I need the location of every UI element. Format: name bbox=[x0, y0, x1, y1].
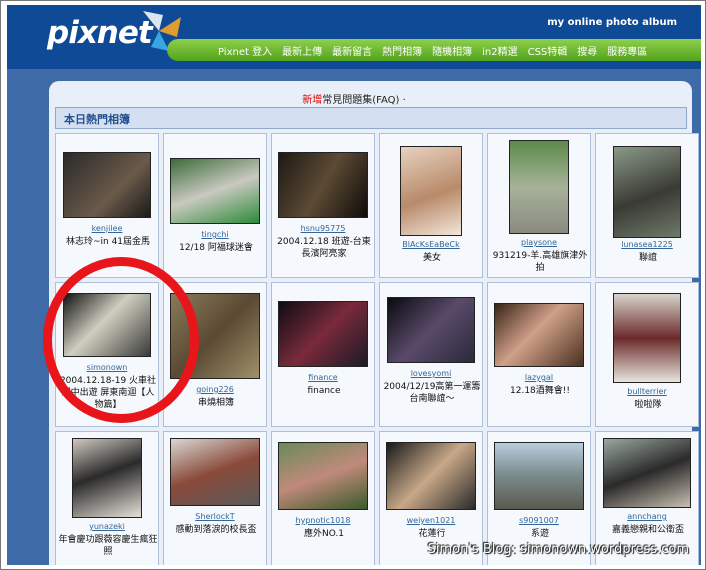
album-thumbnail[interactable] bbox=[613, 146, 681, 238]
album-thumbnail[interactable] bbox=[509, 140, 569, 234]
album-thumbnail[interactable] bbox=[400, 146, 462, 236]
album-owner[interactable]: lunasea1225 bbox=[596, 240, 698, 249]
album-thumbnail[interactable] bbox=[494, 303, 584, 367]
album-owner[interactable]: tingchi bbox=[164, 230, 266, 239]
album-card[interactable]: finance finance bbox=[271, 282, 375, 427]
album-caption[interactable]: 2004.12.18 班遊-台東長濱阿亮家 bbox=[274, 236, 374, 262]
album-thumbnail[interactable] bbox=[170, 158, 260, 224]
album-thumbnail[interactable] bbox=[63, 152, 151, 218]
album-caption[interactable]: 串燒相簿 bbox=[166, 397, 266, 411]
album-owner[interactable]: yunazeki bbox=[56, 522, 158, 531]
nav-css-specials[interactable]: CSS特輯 bbox=[523, 43, 573, 58]
album-card[interactable]: playsone 931219-羊.高雄旗津外拍 bbox=[487, 133, 591, 278]
blog-watermark: Simon's Blog: simonown.wordpress.com bbox=[427, 542, 689, 557]
album-card[interactable]: bullterrier 啦啦隊 bbox=[595, 282, 699, 427]
album-owner[interactable]: finance bbox=[272, 373, 374, 382]
album-owner[interactable]: bullterrier bbox=[596, 387, 698, 396]
album-thumbnail[interactable] bbox=[278, 301, 368, 367]
nav-latest-comments[interactable]: 最新留言 bbox=[327, 43, 377, 58]
faq-link[interactable]: 常見問題集(FAQ) · bbox=[322, 95, 406, 106]
section-title: 本日熱門相簿 bbox=[64, 113, 130, 126]
album-owner[interactable]: lovesyomi bbox=[380, 369, 482, 378]
faq-line: 新增常見問題集(FAQ) · bbox=[7, 91, 701, 106]
nav-services[interactable]: 服務專區 bbox=[602, 43, 652, 58]
album-thumbnail[interactable] bbox=[278, 442, 368, 510]
highlight-circle bbox=[43, 257, 199, 423]
album-thumbnail[interactable] bbox=[72, 438, 142, 518]
site-tagline: my online photo album bbox=[547, 17, 677, 28]
album-thumbnail[interactable] bbox=[603, 438, 691, 508]
album-owner[interactable]: annchang bbox=[596, 512, 698, 521]
album-caption[interactable]: 美女 bbox=[382, 252, 482, 266]
album-owner[interactable]: hsnu95775 bbox=[272, 224, 374, 233]
album-owner[interactable]: s9091007 bbox=[488, 516, 590, 525]
nav-links: Pixnet 登入 最新上傳 最新留言 熱門相簿 隨機相簿 in2精選 CSS特… bbox=[213, 43, 652, 58]
album-caption[interactable]: 系遊 bbox=[490, 528, 590, 542]
nav-login[interactable]: Pixnet 登入 bbox=[213, 43, 277, 58]
album-card[interactable]: kenjilee 林志玲~in 41屆金馬 bbox=[55, 133, 159, 278]
screenshot-frame: pixnet my online photo album Pixnet 登入 最… bbox=[0, 0, 706, 570]
album-card[interactable]: BlAcKsEaBeCk 美女 bbox=[379, 133, 483, 278]
album-thumbnail[interactable] bbox=[386, 442, 476, 510]
album-card[interactable]: tingchi 12/18 阿福球迷會 bbox=[163, 133, 267, 278]
album-owner[interactable]: kenjilee bbox=[56, 224, 158, 233]
album-caption[interactable]: 啦啦隊 bbox=[598, 399, 698, 413]
album-caption[interactable]: 嘉義戀親和公衛盃 bbox=[598, 524, 698, 538]
album-thumbnail[interactable] bbox=[278, 152, 368, 218]
album-caption[interactable]: 花蓮行 bbox=[382, 528, 482, 542]
album-card[interactable]: lovesyomi 2004/12/19高第一運籌台南聯誼～ bbox=[379, 282, 483, 427]
album-owner[interactable]: BlAcKsEaBeCk bbox=[380, 240, 482, 249]
album-owner[interactable]: weiyen1021 bbox=[380, 516, 482, 525]
nav-in2-picks[interactable]: in2精選 bbox=[477, 43, 522, 58]
album-thumbnail[interactable] bbox=[613, 293, 681, 383]
album-caption[interactable]: 931219-羊.高雄旗津外拍 bbox=[490, 250, 590, 276]
album-caption[interactable]: 12/18 阿福球迷會 bbox=[166, 242, 266, 268]
pixnet-page: pixnet my online photo album Pixnet 登入 最… bbox=[7, 5, 701, 565]
album-caption[interactable]: 應外NO.1 bbox=[274, 528, 374, 542]
nav-random-albums[interactable]: 隨機相簿 bbox=[427, 43, 477, 58]
album-card[interactable]: lunasea1225 聯誼 bbox=[595, 133, 699, 278]
nav-latest-uploads[interactable]: 最新上傳 bbox=[277, 43, 327, 58]
album-thumbnail[interactable] bbox=[170, 438, 260, 506]
album-card[interactable]: yunazeki 年會慶功跟薇容慶生瘋狂照 bbox=[55, 431, 159, 565]
album-card[interactable]: hypnotic1018 應外NO.1 bbox=[271, 431, 375, 565]
nav-search[interactable]: 搜尋 bbox=[572, 43, 602, 58]
album-caption[interactable]: 2004/12/19高第一運籌台南聯誼～ bbox=[382, 381, 482, 407]
album-card[interactable]: SherlockT 感動到落淚的校長盃 bbox=[163, 431, 267, 565]
album-card[interactable]: lazygal 12.18酒舞會!! bbox=[487, 282, 591, 427]
nav-popular-albums[interactable]: 熱門相簿 bbox=[377, 43, 427, 58]
album-card[interactable]: hsnu95775 2004.12.18 班遊-台東長濱阿亮家 bbox=[271, 133, 375, 278]
album-owner[interactable]: lazygal bbox=[488, 373, 590, 382]
album-caption[interactable]: 聯誼 bbox=[598, 252, 698, 266]
album-caption[interactable]: 年會慶功跟薇容慶生瘋狂照 bbox=[58, 534, 158, 560]
album-thumbnail[interactable] bbox=[387, 297, 475, 363]
album-caption[interactable]: 感動到落淚的校長盃 bbox=[166, 524, 266, 550]
section-header: 本日熱門相簿 bbox=[55, 107, 687, 129]
album-owner[interactable]: hypnotic1018 bbox=[272, 516, 374, 525]
album-caption[interactable]: finance bbox=[274, 385, 374, 399]
album-thumbnail[interactable] bbox=[494, 442, 584, 510]
new-label: 新增 bbox=[302, 95, 323, 106]
album-owner[interactable]: SherlockT bbox=[164, 512, 266, 521]
album-owner[interactable]: playsone bbox=[488, 238, 590, 247]
album-caption[interactable]: 12.18酒舞會!! bbox=[490, 385, 590, 399]
